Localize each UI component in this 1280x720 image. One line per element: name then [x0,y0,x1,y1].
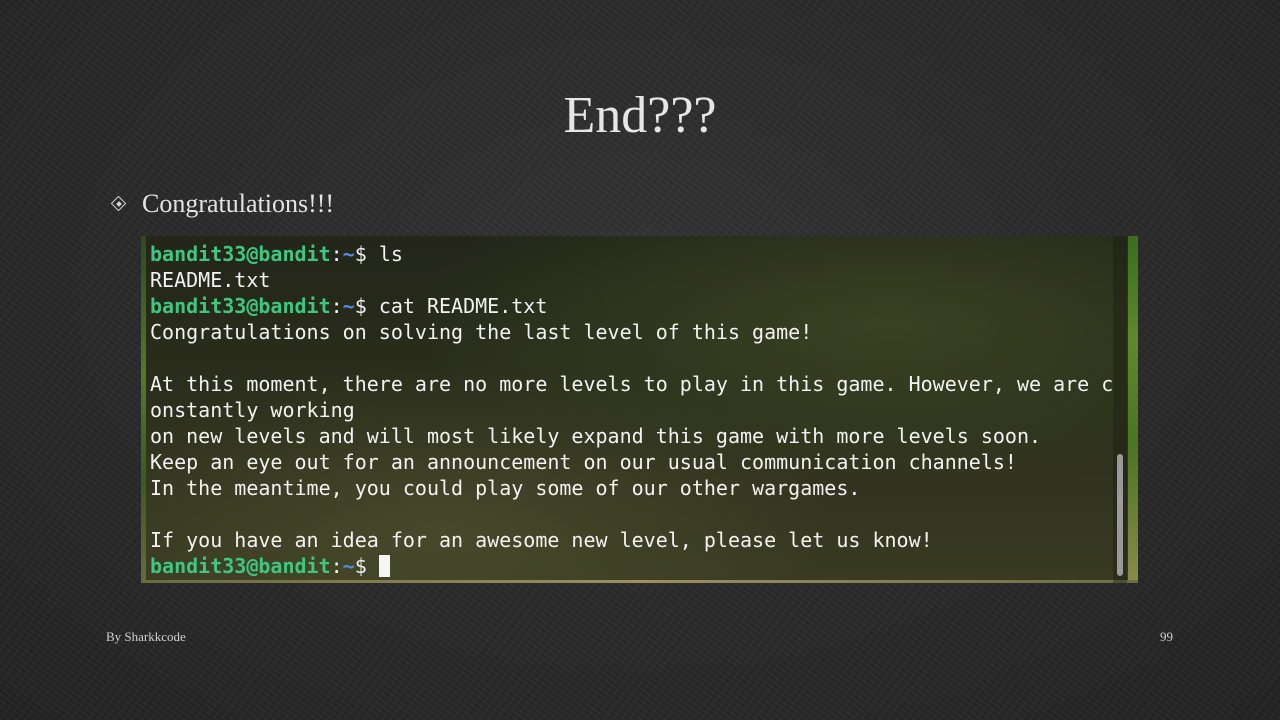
prompt-symbol: $ [354,554,379,578]
prompt-colon: : [330,554,343,578]
terminal-output-line: Keep an eye out for an announcement on o… [150,450,1017,474]
terminal-output-line: README.txt [150,268,271,292]
terminal-active-prompt-line: bandit33@bandit:~$ [150,553,1115,579]
terminal-screenshot: bandit33@bandit:~$ ls README.txt bandit33@… [141,236,1138,583]
prompt-path: ~ [342,294,355,318]
prompt-colon: : [330,242,343,266]
terminal-command-line: bandit33@bandit:~$ ls [150,241,1115,267]
terminal-output-line: Congratulations on solving the last leve… [150,320,813,344]
wallpaper-edge-left [141,236,146,583]
bullet-item: Congratulations!!! [108,186,334,222]
prompt-user-host: bandit33@bandit [150,294,331,318]
terminal-output-line: In the meantime, you could play some of … [150,476,861,500]
prompt-colon: : [330,294,343,318]
terminal-output-line: At this moment, there are no more levels… [150,372,1114,396]
wallpaper-edge-right [1128,236,1138,583]
prompt-user-host: bandit33@bandit [150,554,331,578]
slide-title: End??? [563,87,717,144]
scrollbar-thumb[interactable] [1117,454,1123,576]
command-text: ls [378,242,403,266]
page-number: 99 [1160,629,1173,644]
prompt-path: ~ [342,554,355,578]
terminal-cursor[interactable] [378,555,390,577]
terminal-output[interactable]: bandit33@bandit:~$ ls README.txt bandit33@… [150,241,1115,579]
footer-author: By Sharkkcode [106,629,186,644]
prompt-symbol: $ [354,242,379,266]
diamond-bullet-icon [108,193,130,215]
terminal-output-line: If you have an idea for an awesome new l… [150,528,933,552]
prompt-path: ~ [342,242,355,266]
bullet-text: Congratulations!!! [142,189,335,218]
prompt-user-host: bandit33@bandit [150,242,331,266]
terminal-output-line: on new levels and will most likely expan… [150,424,1042,448]
wallpaper-edge-bottom [141,580,1138,583]
terminal-command-line: bandit33@bandit:~$ cat README.txt [150,293,1115,319]
terminal-scrollbar[interactable] [1113,236,1127,583]
slide-background: End??? Congratulations!!! bandit33@bandi… [0,0,1280,720]
command-text: cat README.txt [378,294,548,318]
terminal-output-line: onstantly working [150,398,355,422]
prompt-symbol: $ [354,294,379,318]
